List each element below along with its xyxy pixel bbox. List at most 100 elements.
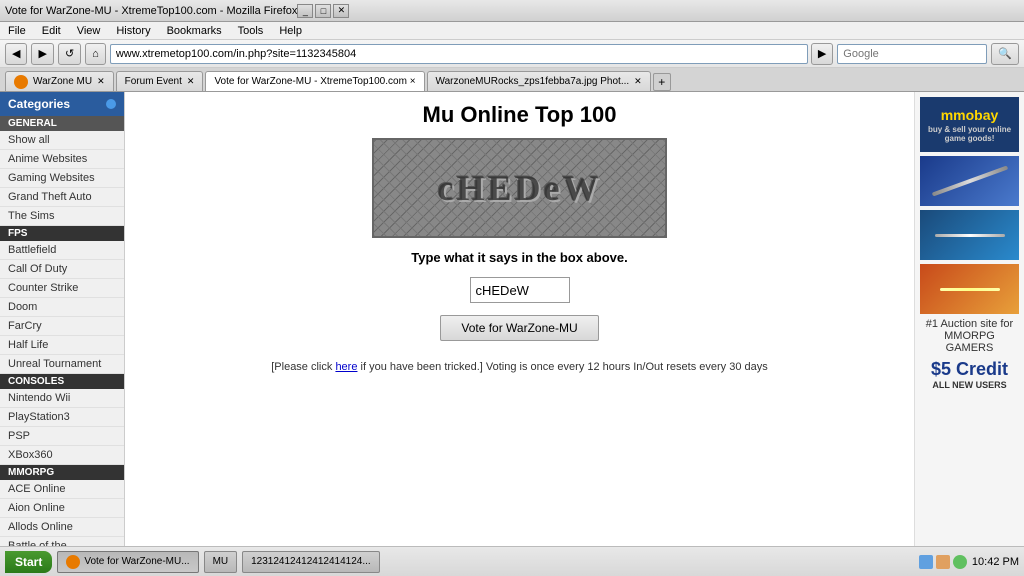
vote-button[interactable]: Vote for WarZone-MU (440, 315, 598, 341)
tab-close-photo[interactable]: ✕ (634, 76, 642, 87)
tab-vote-active[interactable]: Vote for WarZone-MU - XtremeTop100.com × (205, 71, 424, 91)
sidebar-item-halflife[interactable]: Half Life (0, 336, 124, 355)
taskbar-numbers-label: 12312412412412414124... (251, 556, 371, 567)
vote-button-container: Vote for WarZone-MU (145, 315, 894, 341)
go-button[interactable]: ▶ (811, 43, 833, 65)
address-bar[interactable] (110, 44, 808, 64)
ad-banner-logo[interactable]: mmobay buy & sell your online game goods… (920, 97, 1019, 152)
sidebar-item-psp[interactable]: PSP (0, 427, 124, 446)
back-button[interactable]: ◀ (5, 43, 27, 65)
sidebar-item-cs[interactable]: Counter Strike (0, 279, 124, 298)
ad-auction-text: #1 Auction site for MMORPG GAMERS (920, 318, 1019, 354)
sidebar-item-gta[interactable]: Grand Theft Auto (0, 188, 124, 207)
taskbar-item-mu[interactable]: MU (204, 551, 238, 573)
menu-edit[interactable]: Edit (39, 24, 64, 38)
notice-link[interactable]: here (335, 361, 357, 373)
firefox-taskbar-icon (66, 555, 80, 569)
captcha-input[interactable] (470, 277, 570, 303)
captcha-instruction: Type what it says in the box above. (145, 250, 894, 265)
menu-bookmarks[interactable]: Bookmarks (164, 24, 225, 38)
taskbar-mu-label: MU (213, 556, 229, 567)
sidebar-item-ace[interactable]: ACE Online (0, 480, 124, 499)
maximize-button[interactable]: □ (315, 4, 331, 18)
ad-item-weapon (940, 288, 1000, 291)
window-controls: _ □ ✕ (297, 4, 349, 18)
menu-history[interactable]: History (113, 24, 153, 38)
sidebar-item-sims[interactable]: The Sims (0, 207, 124, 226)
notice-suffix: if you have been tricked.] Voting is onc… (361, 361, 768, 373)
sidebar-item-wii[interactable]: Nintendo Wii (0, 389, 124, 408)
captcha-image: cHEDeW (372, 138, 667, 238)
main-content: Mu Online Top 100 cHEDeW Type what it sa… (125, 92, 914, 546)
tab-photo[interactable]: WarzoneMURocks_zps1febba7a.jpg Phot... ✕ (427, 71, 651, 91)
section-label-fps: FPS (0, 226, 124, 241)
sidebar-header: Categories (0, 92, 124, 116)
home-button[interactable]: ⌂ (85, 43, 106, 65)
ad-panel: mmobay buy & sell your online game goods… (914, 92, 1024, 546)
notice-text: [Please click here if you have been tric… (145, 361, 894, 373)
tab-label: WarzoneMURocks_zps1febba7a.jpg Phot... (436, 76, 630, 87)
menu-tools[interactable]: Tools (235, 24, 267, 38)
sidebar-item-doom[interactable]: Doom (0, 298, 124, 317)
menu-help[interactable]: Help (276, 24, 305, 38)
taskbar-item-vote[interactable]: Vote for WarZone-MU... (57, 551, 198, 573)
ad-logo-text: mmobay (941, 107, 999, 123)
tabs-bar: WarZone MU ✕ Forum Event ✕ Vote for WarZ… (0, 68, 1024, 92)
sidebar-item-cod[interactable]: Call Of Duty (0, 260, 124, 279)
tray-icon-1 (919, 555, 933, 569)
tab-warzone-mu[interactable]: WarZone MU ✕ (5, 71, 114, 91)
ad-tagline: buy & sell your online game goods! (923, 125, 1016, 143)
sidebar-item-anime[interactable]: Anime Websites (0, 150, 124, 169)
sidebar-item-aion[interactable]: Aion Online (0, 499, 124, 518)
tray-icon-2 (936, 555, 950, 569)
tab-label: Forum Event (125, 76, 182, 87)
system-clock: 10:42 PM (972, 556, 1019, 568)
forward-button[interactable]: ▶ (31, 43, 53, 65)
sidebar-item-allods[interactable]: Allods Online (0, 518, 124, 537)
sidebar-item-ps3[interactable]: PlayStation3 (0, 408, 124, 427)
section-label-consoles: CONSOLES (0, 374, 124, 389)
tab-forum-event[interactable]: Forum Event ✕ (116, 71, 204, 91)
reload-button[interactable]: ↺ (58, 43, 81, 65)
browser-content: Categories GENERAL Show all Anime Websit… (0, 92, 1024, 546)
start-button[interactable]: Start (5, 551, 52, 573)
browser-title: Vote for WarZone-MU - XtremeTop100.com -… (5, 5, 297, 17)
ad-image-3[interactable] (920, 264, 1019, 314)
new-tab-button[interactable]: + (653, 73, 671, 91)
sidebar-item-farcry[interactable]: FarCry (0, 317, 124, 336)
page-title: Mu Online Top 100 (145, 102, 894, 128)
sidebar-item-ut[interactable]: Unreal Tournament (0, 355, 124, 374)
browser-titlebar: Vote for WarZone-MU - XtremeTop100.com -… (0, 0, 1024, 22)
firefox-icon (14, 75, 28, 89)
sidebar-item-gaming[interactable]: Gaming Websites (0, 169, 124, 188)
captcha-input-container (145, 277, 894, 303)
taskbar-item-numbers[interactable]: 12312412412412414124... (242, 551, 380, 573)
tab-label: WarZone MU (33, 76, 92, 87)
taskbar: Start Vote for WarZone-MU... MU 12312412… (0, 546, 1024, 576)
search-bar[interactable] (837, 44, 987, 64)
ad-image-2[interactable] (920, 210, 1019, 260)
minimize-button[interactable]: _ (297, 4, 313, 18)
captcha-text-display: cHEDeW (438, 167, 602, 209)
tab-close-forum[interactable]: ✕ (187, 76, 195, 87)
ad-credit-amount: $5 Credit (920, 359, 1019, 380)
sidebar-item-show-all[interactable]: Show all (0, 131, 124, 150)
ad-image-1[interactable] (920, 156, 1019, 206)
taskbar-right: 10:42 PM (919, 555, 1019, 569)
sidebar-item-battle[interactable]: Battle of the Immortals (0, 537, 124, 546)
ad-credit-sub: ALL NEW USERS (920, 380, 1019, 390)
search-button[interactable]: 🔍 (991, 43, 1019, 65)
ad-item-sword (935, 234, 1005, 237)
menu-view[interactable]: View (74, 24, 104, 38)
menu-file[interactable]: File (5, 24, 29, 38)
section-label-general: GENERAL (0, 116, 124, 131)
sword-icon (931, 165, 1008, 196)
close-button[interactable]: ✕ (333, 4, 349, 18)
address-bar-container: ▶ (110, 43, 833, 65)
browser-toolbar: ◀ ▶ ↺ ⌂ ▶ 🔍 (0, 40, 1024, 68)
sidebar-item-battlefield[interactable]: Battlefield (0, 241, 124, 260)
sidebar-item-xbox360[interactable]: XBox360 (0, 446, 124, 465)
tab-close-warzone[interactable]: ✕ (97, 76, 105, 87)
taskbar-item-label: Vote for WarZone-MU... (84, 556, 189, 567)
sidebar: Categories GENERAL Show all Anime Websit… (0, 92, 125, 546)
